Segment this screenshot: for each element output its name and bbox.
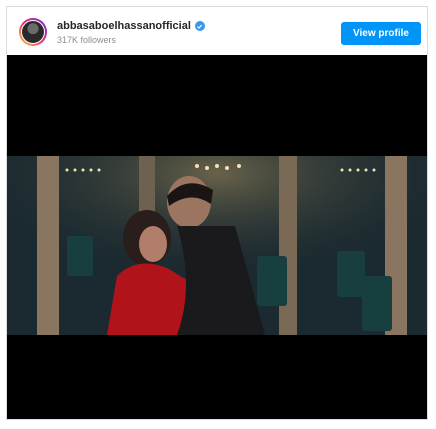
post-media[interactable] (7, 55, 427, 419)
verified-badge-icon (194, 21, 205, 31)
username-row: abbasaboelhassanofficial (57, 20, 205, 32)
video-still (7, 156, 427, 335)
view-profile-button[interactable]: View profile (341, 22, 421, 45)
username-link[interactable]: abbasaboelhassanofficial (57, 20, 191, 32)
post-header: abbasaboelhassanofficial 317K followers … (7, 7, 427, 55)
follower-count: 317K followers (57, 35, 117, 45)
avatar-image (21, 20, 45, 44)
scene-image (7, 156, 427, 335)
avatar[interactable] (19, 18, 47, 46)
instagram-embed-card: abbasaboelhassanofficial 317K followers … (6, 6, 428, 420)
